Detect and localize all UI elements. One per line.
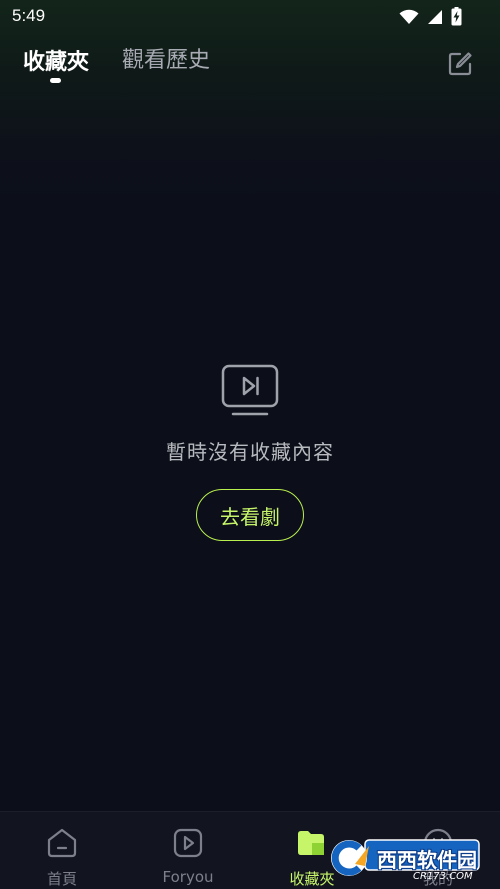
nav-label-home: 首頁 xyxy=(46,870,77,888)
tv-play-icon xyxy=(221,364,279,418)
active-tab-indicator xyxy=(50,78,61,83)
tab-favorites[interactable]: 收藏夾 xyxy=(23,44,89,76)
header: 收藏夾 觀看歷史 xyxy=(0,34,500,94)
status-bar: 5:49 xyxy=(0,0,500,34)
cellular-signal-icon xyxy=(427,9,443,25)
app-screen: 5:49 收藏夾 觀看歷史 暫時沒有收藏內容 去看劇 首頁 Foryou 收藏夾… xyxy=(0,0,500,889)
status-time: 5:49 xyxy=(12,6,46,25)
status-icons xyxy=(399,7,462,26)
battery-charging-icon xyxy=(451,7,462,26)
watermark-logo: 西西软件园 CR173.COM xyxy=(325,838,481,886)
empty-state: 暫時沒有收藏內容 去看劇 xyxy=(0,364,500,541)
watermark-text: 西西软件园 xyxy=(377,848,477,872)
edit-icon[interactable] xyxy=(446,50,474,78)
go-watch-button[interactable]: 去看劇 xyxy=(196,489,304,541)
wifi-icon xyxy=(399,9,419,25)
favorites-folder-icon xyxy=(295,826,329,860)
nav-item-foryou[interactable]: Foryou xyxy=(138,812,238,889)
empty-message: 暫時沒有收藏內容 xyxy=(166,440,334,464)
tab-watch-history[interactable]: 觀看歷史 xyxy=(122,42,210,74)
nav-item-home[interactable]: 首頁 xyxy=(12,812,112,889)
home-icon xyxy=(45,826,79,860)
play-square-icon xyxy=(171,826,205,860)
watermark-sub: CR173.COM xyxy=(413,871,473,882)
nav-label-foryou: Foryou xyxy=(162,868,214,886)
